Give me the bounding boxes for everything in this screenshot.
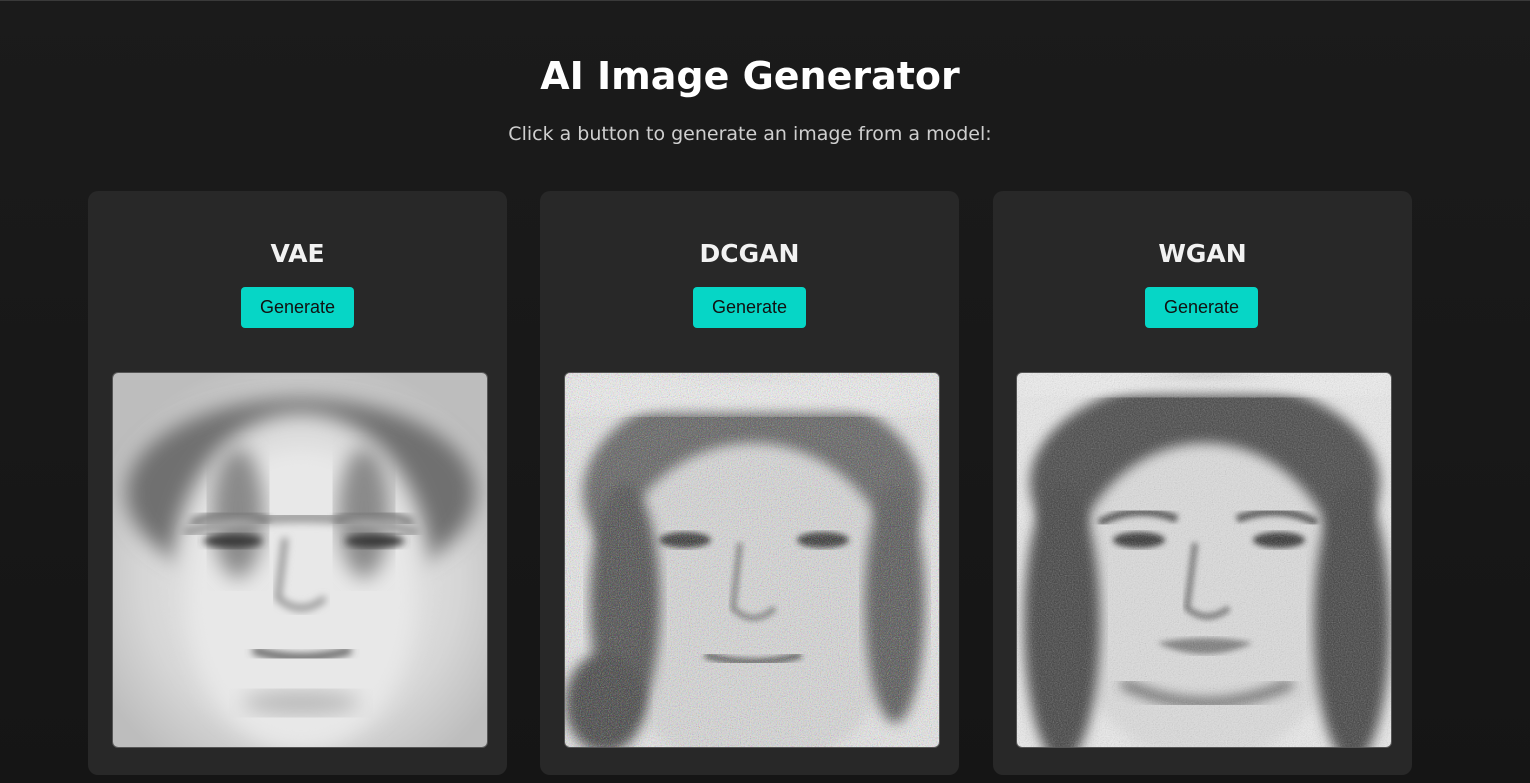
model-title-dcgan: DCGAN <box>699 239 800 268</box>
page-title: AI Image Generator <box>540 54 960 98</box>
page-subtitle: Click a button to generate an image from… <box>508 123 992 145</box>
generate-button-wgan[interactable]: Generate <box>1145 287 1258 328</box>
generated-image-dcgan <box>564 372 940 748</box>
model-title-vae: VAE <box>270 239 325 268</box>
generate-button-vae[interactable]: Generate <box>241 287 354 328</box>
generated-image-vae <box>112 372 488 748</box>
generate-button-dcgan[interactable]: Generate <box>693 287 806 328</box>
generated-image-wgan <box>1016 372 1392 748</box>
app-page: AI Image Generator Click a button to gen… <box>0 0 1530 783</box>
model-title-wgan: WGAN <box>1158 239 1247 268</box>
